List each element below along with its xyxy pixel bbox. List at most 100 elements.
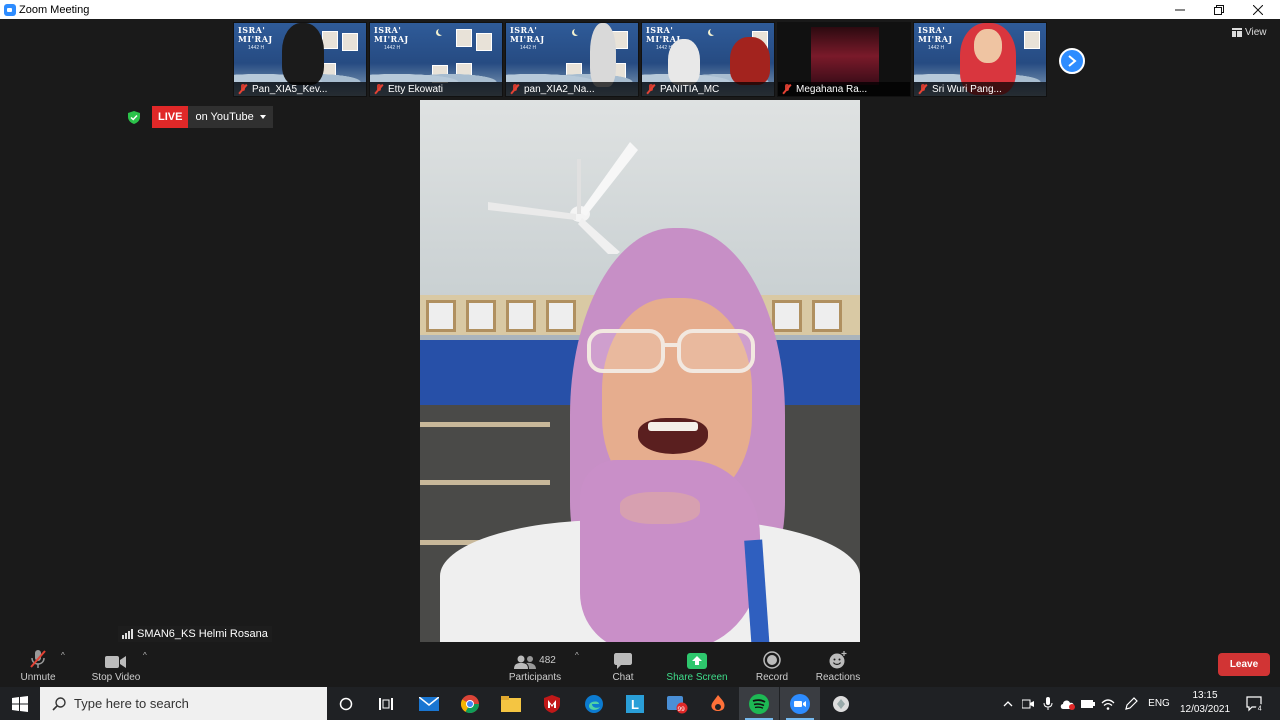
view-button[interactable]: View bbox=[1232, 27, 1267, 38]
record-button[interactable]: Record bbox=[752, 643, 792, 687]
meet-now-icon bbox=[1022, 699, 1034, 708]
share-screen-icon bbox=[687, 653, 707, 669]
minimize-icon bbox=[1175, 9, 1185, 10]
restore-icon bbox=[1214, 4, 1224, 15]
task-view-icon bbox=[379, 697, 393, 710]
stop-video-button[interactable]: Stop Video bbox=[88, 643, 144, 687]
tray-cloud-sync[interactable] bbox=[1059, 687, 1077, 720]
l-app-icon: L bbox=[626, 694, 644, 713]
zoom-app-icon bbox=[4, 3, 16, 16]
svg-text:99: 99 bbox=[678, 706, 686, 713]
participants-button[interactable]: 482 Participants bbox=[505, 643, 565, 687]
live-badge: LIVE bbox=[152, 106, 189, 128]
tray-microphone[interactable] bbox=[1040, 687, 1056, 720]
start-button[interactable] bbox=[0, 687, 40, 720]
close-icon bbox=[1253, 4, 1263, 15]
participant-video bbox=[282, 23, 324, 85]
participant-tile[interactable]: ISRA' MI'RAJ 1442 H Pan_XIA5_Kev... bbox=[233, 22, 367, 97]
search-icon bbox=[52, 696, 66, 711]
taskbar-app-other[interactable] bbox=[821, 687, 861, 720]
video-camera-icon bbox=[105, 656, 126, 668]
participant-tile[interactable]: ISRA' MI'RAJ 1442 H Etty Ekowati bbox=[369, 22, 503, 97]
participant-name: Sri Wuri Pang... bbox=[932, 83, 1002, 95]
meeting-toolbar: Unmute ^ Stop Video ^ 482 Participants ^… bbox=[0, 643, 1280, 687]
tray-meet-now[interactable] bbox=[1020, 687, 1036, 720]
taskbar-clock[interactable]: 13:15 12/03/2021 bbox=[1176, 689, 1234, 717]
leave-button[interactable]: Leave bbox=[1218, 653, 1270, 676]
chrome-icon bbox=[461, 694, 479, 713]
flame-browser-icon bbox=[711, 694, 725, 711]
clock-time: 13:15 bbox=[1192, 690, 1218, 701]
search-placeholder: Type here to search bbox=[74, 696, 189, 711]
participant-tile[interactable]: ISRA' MI'RAJ 1442 H Sri Wuri Pang... bbox=[913, 22, 1047, 97]
participants-label: Participants bbox=[508, 672, 562, 683]
taskbar-app-launcher[interactable]: L bbox=[615, 687, 655, 720]
cloud-error-icon bbox=[1060, 699, 1075, 710]
share-screen-button[interactable]: Share Screen bbox=[662, 643, 732, 687]
taskbar-app-notes[interactable]: 99 bbox=[657, 687, 697, 720]
tray-battery[interactable] bbox=[1080, 687, 1096, 720]
speaker-name-tag: SMAN6_KS Helmi Rosana bbox=[118, 626, 272, 642]
participant-name: PANITIA_MC bbox=[660, 83, 720, 95]
tray-pen[interactable] bbox=[1122, 687, 1140, 720]
taskbar-app-edge[interactable] bbox=[574, 687, 614, 720]
next-page-button[interactable] bbox=[1059, 48, 1085, 74]
cortana-button[interactable] bbox=[326, 687, 366, 720]
mic-muted-icon bbox=[646, 84, 656, 94]
taskbar-app-chrome[interactable] bbox=[450, 687, 490, 720]
participant-name: pan_XIA2_Na... bbox=[524, 83, 595, 95]
speaker-name: SMAN6_KS Helmi Rosana bbox=[137, 628, 268, 640]
taskbar-app-zoom[interactable] bbox=[780, 687, 820, 720]
reactions-label: Reactions bbox=[815, 672, 861, 683]
taskbar-app-spotify[interactable] bbox=[739, 687, 779, 720]
tray-wifi[interactable] bbox=[1100, 687, 1116, 720]
mic-muted-icon bbox=[782, 84, 792, 94]
participant-name: Megahana Ra... bbox=[796, 83, 868, 95]
tray-language[interactable]: ENG bbox=[1145, 687, 1173, 720]
live-stream-indicator: LIVE on YouTube bbox=[128, 106, 273, 128]
participant-video bbox=[811, 27, 879, 85]
audio-options-caret[interactable]: ^ bbox=[61, 651, 69, 660]
taskbar-app-mail[interactable] bbox=[409, 687, 449, 720]
chat-label: Chat bbox=[612, 672, 634, 683]
live-platform-dropdown[interactable]: on YouTube bbox=[188, 106, 273, 128]
mic-muted-icon bbox=[510, 84, 520, 94]
tray-overflow-button[interactable] bbox=[1000, 687, 1016, 720]
task-view-button[interactable] bbox=[366, 687, 406, 720]
signal-strength-icon bbox=[122, 629, 133, 639]
windows-logo-icon bbox=[12, 695, 28, 712]
participant-tile[interactable]: ISRA' MI'RAJ 1442 H PANITIA_MC bbox=[641, 22, 775, 97]
taskbar-app-browser[interactable] bbox=[698, 687, 738, 720]
participants-options-caret[interactable]: ^ bbox=[575, 651, 583, 660]
meeting-area: ISRA' MI'RAJ 1442 H Pan_XIA5_Kev... ISRA'… bbox=[0, 19, 1280, 643]
unmute-label: Unmute bbox=[20, 672, 56, 683]
participant-name: Pan_XIA5_Kev... bbox=[252, 83, 328, 95]
cortana-icon bbox=[339, 697, 353, 710]
reactions-button[interactable]: Reactions bbox=[813, 643, 863, 687]
wifi-icon bbox=[1101, 698, 1115, 710]
taskbar-search-box[interactable]: Type here to search bbox=[40, 687, 327, 720]
notification-icon: 4 bbox=[1246, 695, 1264, 712]
mail-icon bbox=[419, 696, 439, 711]
taskbar-app-antivirus[interactable] bbox=[532, 687, 572, 720]
chevron-right-icon bbox=[1068, 55, 1077, 67]
action-center-button[interactable]: 4 bbox=[1242, 687, 1268, 720]
restore-button[interactable] bbox=[1199, 0, 1239, 19]
chat-button[interactable]: Chat bbox=[603, 643, 643, 687]
minimize-button[interactable] bbox=[1160, 0, 1200, 19]
folder-icon bbox=[501, 695, 521, 712]
svg-text:4: 4 bbox=[1258, 705, 1262, 711]
battery-icon bbox=[1081, 699, 1095, 708]
chevron-up-icon bbox=[1003, 700, 1013, 706]
taskbar-app-file-explorer[interactable] bbox=[491, 687, 531, 720]
video-options-caret[interactable]: ^ bbox=[143, 651, 151, 660]
participant-tile[interactable]: Megahana Ra... bbox=[777, 22, 911, 97]
svg-text:L: L bbox=[631, 697, 639, 712]
participant-tile[interactable]: ISRA' MI'RAJ 1442 H pan_XIA2_Na... bbox=[505, 22, 639, 97]
unmute-button[interactable]: Unmute bbox=[18, 643, 58, 687]
mic-muted-icon bbox=[238, 84, 248, 94]
close-button[interactable] bbox=[1238, 0, 1278, 19]
live-platform-label: on YouTube bbox=[195, 111, 254, 123]
spotify-icon bbox=[749, 693, 769, 714]
view-label: View bbox=[1245, 27, 1267, 38]
